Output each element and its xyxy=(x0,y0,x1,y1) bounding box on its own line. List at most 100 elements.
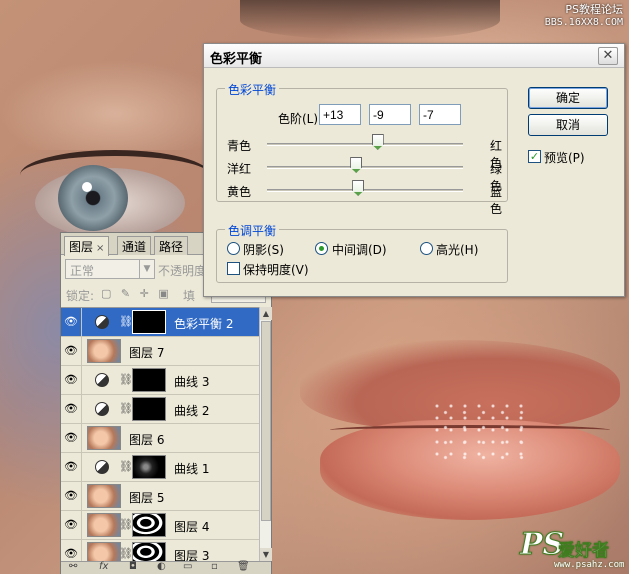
layer-row[interactable]: 👁 ⛓ 图层 4 xyxy=(61,511,259,540)
visibility-toggle[interactable]: 👁 xyxy=(61,395,82,423)
radio-shadows-label[interactable]: 阴影(S) xyxy=(243,241,284,258)
mask-icon[interactable]: ◘ xyxy=(129,561,137,572)
tab-layers[interactable]: 图层 × xyxy=(64,236,110,256)
fill-label: 填 xyxy=(183,289,196,303)
color-balance-dialog: 色彩平衡 ✕ 色彩平衡 色阶(L): 青色 红色 洋红 绿色 黄色 蓝色 色调平… xyxy=(203,43,625,297)
layer-row[interactable]: 👁 ⛓ 曲线 3 xyxy=(61,366,259,395)
visibility-toggle[interactable]: 👁 xyxy=(61,337,82,365)
cyan-red-slider-thumb[interactable] xyxy=(371,134,384,150)
yellow-blue-slider-track[interactable] xyxy=(267,189,463,192)
magenta-green-slider-thumb[interactable] xyxy=(350,157,363,173)
scroll-down-icon[interactable]: ▼ xyxy=(260,548,272,561)
layer-mask-thumbnail[interactable] xyxy=(132,310,166,334)
chevron-down-icon[interactable]: ▼ xyxy=(139,260,154,278)
layer-row[interactable]: 👁 ⛓ 色彩平衡 2 xyxy=(61,308,259,337)
preview-checkbox[interactable]: ✓ xyxy=(528,150,541,163)
layer-mask-thumbnail[interactable] xyxy=(132,513,166,537)
layer-list-scrollbar[interactable]: ▲ ▼ xyxy=(259,307,272,561)
visibility-toggle[interactable]: 👁 xyxy=(61,453,82,481)
adjustment-layer-icon xyxy=(95,315,109,329)
scroll-up-icon[interactable]: ▲ xyxy=(260,307,272,320)
radio-highlights-label[interactable]: 高光(H) xyxy=(436,241,478,258)
scroll-thumb[interactable] xyxy=(261,321,271,521)
chain-link-icon[interactable]: ⛓ xyxy=(119,460,133,473)
close-icon[interactable]: ✕ xyxy=(598,47,618,65)
lock-icons[interactable]: ▢ ✎ ✛ ▣ xyxy=(101,287,172,300)
adjustment-layer-icon xyxy=(95,373,109,387)
chain-link-icon[interactable]: ⛓ xyxy=(119,402,133,415)
layer-mask-thumbnail[interactable] xyxy=(132,542,166,561)
radio-midtones[interactable] xyxy=(315,242,328,255)
visibility-toggle[interactable]: 👁 xyxy=(61,482,82,510)
cancel-button[interactable]: 取消 xyxy=(528,114,608,136)
layer-row[interactable]: 👁 图层 5 xyxy=(61,482,259,511)
trash-icon[interactable]: 🗑 xyxy=(237,561,250,572)
layer-thumbnail xyxy=(87,339,121,363)
visibility-toggle[interactable]: 👁 xyxy=(61,511,82,539)
preserve-luminosity-label[interactable]: 保持明度(V) xyxy=(243,261,309,278)
slider-yellow-label: 黄色 xyxy=(227,185,252,199)
eye-icon: 👁 xyxy=(64,460,78,473)
eye-icon: 👁 xyxy=(64,518,78,531)
layer-thumbnail xyxy=(87,542,121,561)
group-title-color-balance: 色彩平衡 xyxy=(225,81,280,98)
layer-name: 曲线 3 xyxy=(174,375,210,389)
cyan-red-slider-track[interactable] xyxy=(267,143,463,146)
level-magenta-green-input[interactable] xyxy=(369,104,411,125)
visibility-toggle[interactable]: 👁 xyxy=(61,366,82,394)
layer-row[interactable]: 👁 图层 6 xyxy=(61,424,259,453)
layer-row[interactable]: 👁 ⛓ 曲线 2 xyxy=(61,395,259,424)
level-cyan-red-input[interactable] xyxy=(319,104,361,125)
adjustment-layer-icon xyxy=(95,402,109,416)
visibility-toggle[interactable]: 👁 xyxy=(61,424,82,452)
slider-cyan-label: 青色 xyxy=(227,139,252,153)
yellow-blue-slider-thumb[interactable] xyxy=(352,180,365,196)
eye-icon: 👁 xyxy=(64,402,78,415)
opacity-label: 不透明度 xyxy=(158,264,207,278)
levels-label: 色阶(L): xyxy=(278,112,323,126)
magenta-green-slider-track[interactable] xyxy=(267,166,463,169)
lock-label: 锁定: xyxy=(66,289,95,303)
radio-midtones-label[interactable]: 中间调(D) xyxy=(332,241,387,258)
chain-link-icon[interactable]: ⛓ xyxy=(119,373,133,386)
radio-shadows[interactable] xyxy=(227,242,240,255)
chain-link-icon[interactable]: ⛓ xyxy=(119,547,133,560)
layer-row[interactable]: 👁 ⛓ 图层 3 xyxy=(61,540,259,561)
layer-mask-thumbnail[interactable] xyxy=(132,368,166,392)
level-yellow-blue-input[interactable] xyxy=(419,104,461,125)
layer-mask-thumbnail[interactable] xyxy=(132,397,166,421)
color-balance-group: 色彩平衡 色阶(L): 青色 红色 洋红 绿色 黄色 蓝色 xyxy=(216,81,508,216)
adjustment-icon[interactable]: ◐ xyxy=(157,561,166,572)
tab-paths-label: 路径 xyxy=(159,240,184,254)
layer-mask-thumbnail[interactable] xyxy=(132,455,166,479)
link-icon[interactable]: ⚯ xyxy=(69,561,77,572)
layer-thumbnail xyxy=(87,513,121,537)
eye-icon: 👁 xyxy=(64,431,78,444)
layer-thumbnail xyxy=(87,484,121,508)
fx-icon[interactable]: fx xyxy=(99,561,108,572)
tab-close-icon[interactable]: × xyxy=(96,243,104,254)
watermark-line-2: BBS.16XX8.COM xyxy=(544,17,623,28)
ok-button[interactable]: 确定 xyxy=(528,87,608,109)
tab-layers-label: 图层 xyxy=(69,240,94,254)
new-layer-icon[interactable]: ▫ xyxy=(211,561,218,572)
tab-channels[interactable]: 通道 xyxy=(117,236,152,255)
tab-paths[interactable]: 路径 xyxy=(154,236,189,255)
visibility-toggle[interactable]: 👁 xyxy=(61,540,82,561)
dialog-titlebar[interactable]: 色彩平衡 ✕ xyxy=(204,44,624,68)
layer-thumbnail xyxy=(87,426,121,450)
chain-link-icon[interactable]: ⛓ xyxy=(119,315,133,328)
lip-gloss-sparkles xyxy=(430,400,530,460)
layer-row[interactable]: 👁 图层 7 xyxy=(61,337,259,366)
eye-icon: 👁 xyxy=(64,489,78,502)
preserve-luminosity-checkbox[interactable] xyxy=(227,262,240,275)
radio-highlights[interactable] xyxy=(420,242,433,255)
layer-list: 👁 ⛓ 色彩平衡 2 👁 图层 7 👁 ⛓ 曲线 3 👁 ⛓ 曲线 2 👁 图层… xyxy=(61,307,259,561)
visibility-toggle[interactable]: 👁 xyxy=(61,308,82,336)
chain-link-icon[interactable]: ⛓ xyxy=(119,518,133,531)
preview-label[interactable]: 预览(P) xyxy=(544,149,585,166)
site-watermark: PS 爱好者 www.psahz.com xyxy=(520,529,628,570)
folder-icon[interactable]: ▭ xyxy=(183,561,192,572)
eye-icon: 👁 xyxy=(64,344,78,357)
layer-row[interactable]: 👁 ⛓ 曲线 1 xyxy=(61,453,259,482)
